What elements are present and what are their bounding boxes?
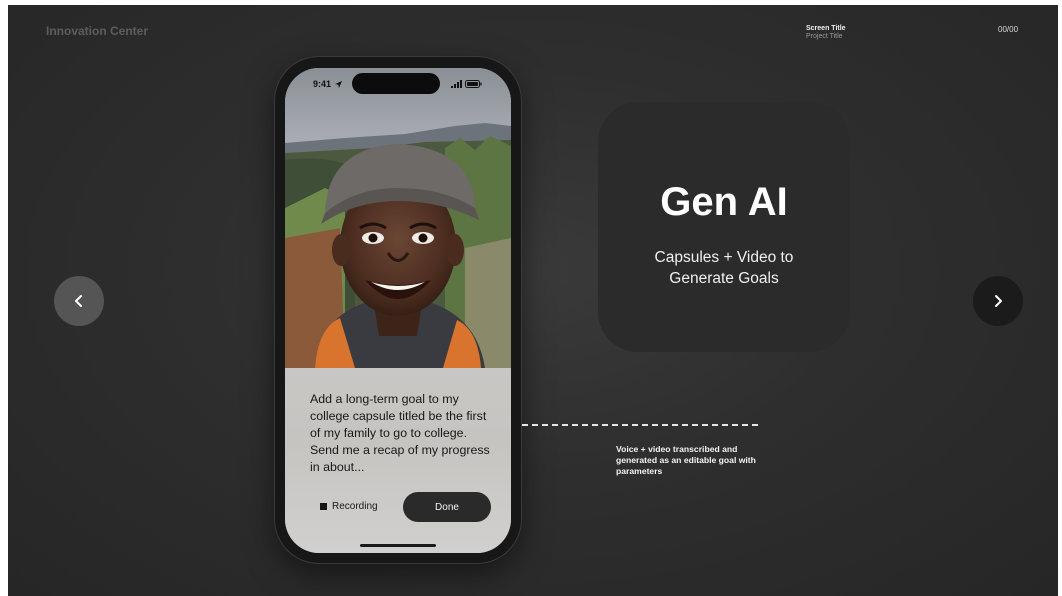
status-bar: 9:41 bbox=[285, 68, 511, 98]
chevron-right-icon bbox=[995, 295, 1002, 307]
annotation-connector bbox=[522, 424, 758, 426]
slide-counter: 00/00 bbox=[998, 25, 1019, 34]
selfie-photo bbox=[285, 68, 511, 368]
signal-icon bbox=[451, 80, 462, 88]
card-subtitle-line-1: Capsules + Video to bbox=[654, 249, 794, 266]
recording-label: Recording bbox=[332, 501, 378, 512]
status-time: 9:41 bbox=[313, 79, 332, 89]
screen-title-block: Screen Title Project Title bbox=[806, 25, 846, 41]
project-title: Project Title bbox=[806, 33, 843, 40]
recording-indicator[interactable]: Recording bbox=[320, 501, 378, 512]
voice-transcript: Add a long-term goal to my college capsu… bbox=[310, 392, 490, 474]
battery-icon bbox=[465, 80, 482, 88]
stop-icon bbox=[320, 503, 327, 510]
brand-name: Innovation Center bbox=[46, 24, 149, 38]
transcript-panel: Add a long-term goal to my college capsu… bbox=[285, 368, 511, 553]
screen-title: Screen Title bbox=[806, 25, 846, 32]
dynamic-island bbox=[352, 73, 440, 94]
title-card: Gen AI Capsules + Video to Generate Goal… bbox=[598, 102, 850, 352]
presentation-slide: Innovation Center Screen Title Project T… bbox=[8, 5, 1058, 596]
annotation-text: Voice + video transcribed and generated … bbox=[616, 444, 756, 476]
card-subtitle-line-2: Generate Goals bbox=[669, 270, 779, 287]
phone-screen: 9:41 Add a long-term goal to my college … bbox=[285, 68, 511, 553]
done-button[interactable]: Done bbox=[403, 492, 491, 522]
location-arrow-icon bbox=[335, 81, 342, 88]
chevron-left-icon bbox=[75, 295, 82, 307]
previous-slide-button[interactable] bbox=[54, 276, 104, 326]
card-subtitle: Capsules + Video to Generate Goals bbox=[598, 247, 850, 289]
card-title: Gen AI bbox=[660, 180, 788, 224]
next-slide-button[interactable] bbox=[973, 276, 1023, 326]
phone-mockup: 9:41 Add a long-term goal to my college … bbox=[275, 57, 521, 563]
home-indicator bbox=[360, 544, 436, 547]
